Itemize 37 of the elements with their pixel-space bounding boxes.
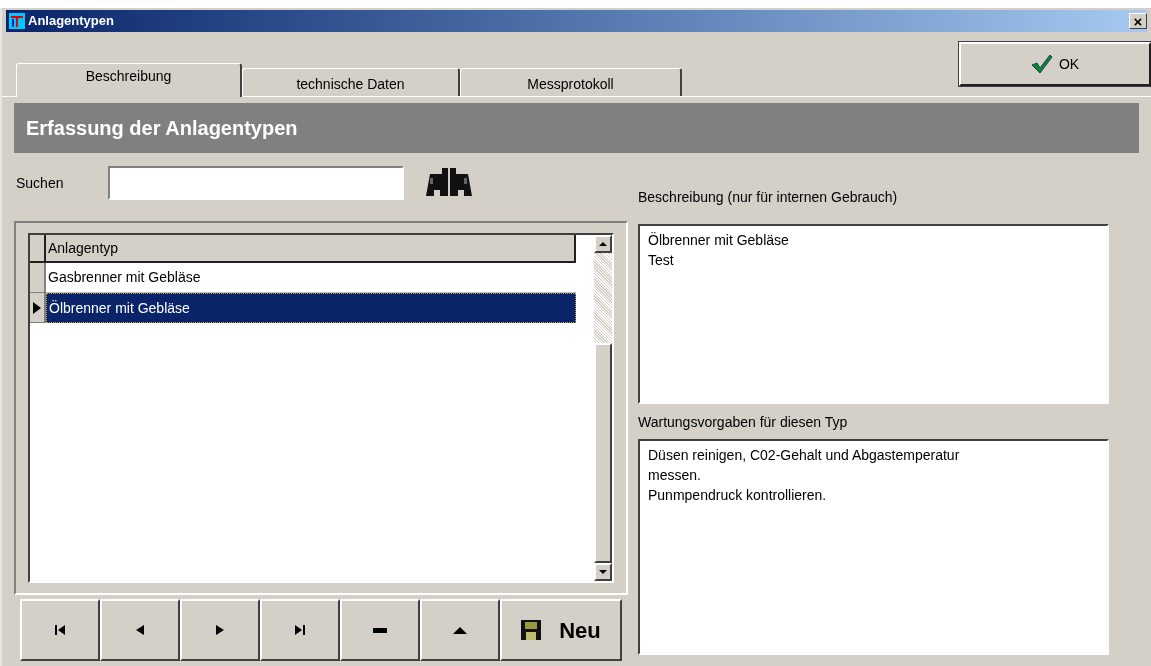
previous-record-icon xyxy=(136,625,144,635)
row-indicator xyxy=(30,263,46,293)
search-field[interactable] xyxy=(108,166,404,200)
down-arrow-icon xyxy=(599,570,607,574)
up-triangle-icon xyxy=(453,626,467,634)
close-button[interactable]: × xyxy=(1129,13,1147,29)
last-record-button[interactable] xyxy=(260,599,340,661)
ok-button[interactable]: OK xyxy=(959,42,1151,86)
checkmark-icon xyxy=(1030,54,1053,74)
maintenance-text-area[interactable]: Düsen reinigen, C02-Gehalt und Abgastemperatur messen. Punmpendruck kontrollieren. xyxy=(638,439,1109,655)
tab[interactable]: Messprotokoll xyxy=(460,68,682,96)
column-header[interactable]: Anlagentyp xyxy=(46,235,576,261)
section-header: Erfassung der Anlagentypen xyxy=(14,103,1139,153)
scroll-down-button[interactable] xyxy=(594,563,612,581)
up-arrow-icon xyxy=(599,242,607,246)
next-record-button[interactable] xyxy=(180,599,260,661)
first-record-button[interactable] xyxy=(20,599,100,661)
search-label: Suchen xyxy=(16,173,65,193)
previous-record-button[interactable] xyxy=(100,599,180,661)
description-text-area[interactable]: Ölbrenner mit Gebläse Test xyxy=(638,224,1109,404)
tab[interactable]: technische Daten xyxy=(242,68,460,96)
maintenance-label: Wartungsvorgaben für diesen Typ xyxy=(638,413,849,432)
tab[interactable]: Beschreibung xyxy=(16,63,242,97)
app-icon xyxy=(9,13,25,29)
post-button[interactable] xyxy=(420,599,500,661)
scrollbar[interactable] xyxy=(594,235,612,581)
minus-icon xyxy=(373,627,387,633)
description-label: Beschreibung (nur für internen Gebrauch) xyxy=(638,188,899,207)
last-record-icon xyxy=(295,625,305,635)
scroll-thumb[interactable] xyxy=(594,343,612,563)
delete-button[interactable] xyxy=(340,599,420,661)
first-record-icon xyxy=(55,625,65,635)
next-record-icon xyxy=(216,625,224,635)
window-title: Anlagentypen xyxy=(28,12,114,31)
scroll-up-button[interactable] xyxy=(594,235,612,253)
table-cell[interactable]: Ölbrenner mit Gebläse xyxy=(46,293,576,323)
new-button[interactable]: Neu xyxy=(500,599,622,661)
